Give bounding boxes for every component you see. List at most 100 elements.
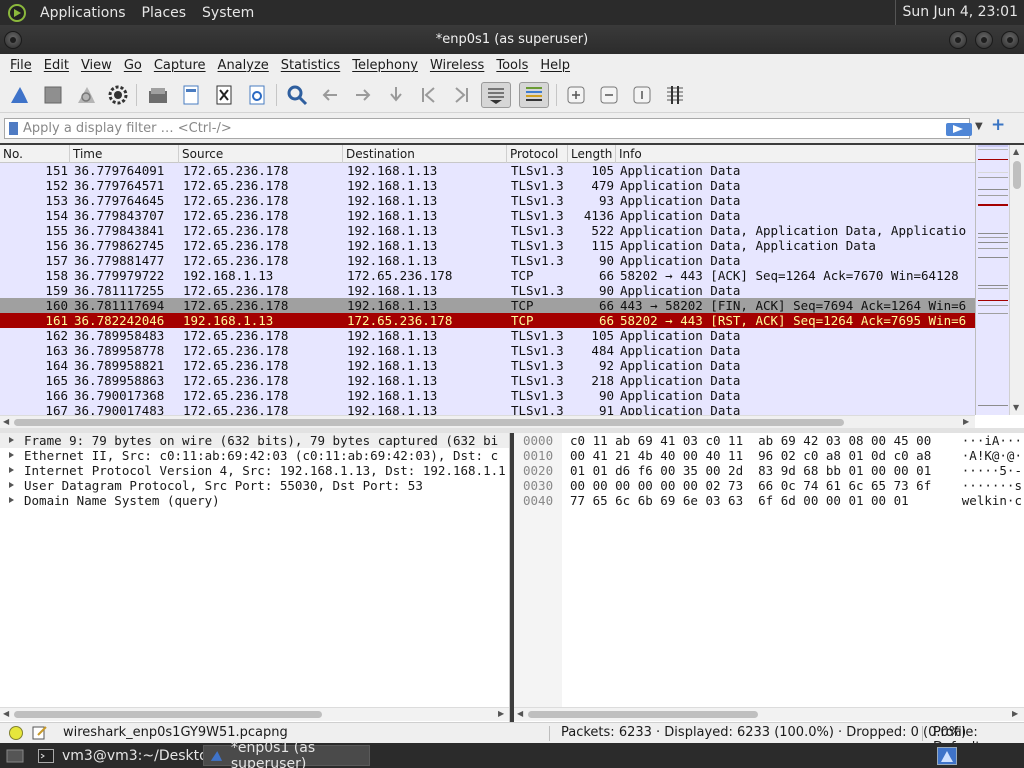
column-header-destination[interactable]: Destination — [343, 145, 507, 163]
packet-row[interactable]: 151 36.779764091 172.65.236.178 192.168.1.1… — [0, 163, 975, 178]
scroll-right-arrow-icon[interactable]: ▶ — [498, 709, 504, 718]
packet-row[interactable]: 158 36.779979722 192.168.1.13 172.65.236.17… — [0, 268, 975, 283]
packet-list-vertical-scrollbar[interactable]: ▲ ▼ — [1009, 145, 1024, 415]
column-header-protocol[interactable]: Protocol — [507, 145, 568, 163]
column-header-no[interactable]: No. — [0, 145, 70, 163]
scroll-up-arrow-icon[interactable]: ▲ — [1013, 147, 1019, 156]
bytes-row[interactable]: 0000 c0 11 ab 69 41 03 c0 11 ab 69 42 03 … — [514, 433, 1024, 448]
detail-tree-item[interactable]: Internet Protocol Version 4, Src: 192.16… — [0, 463, 509, 478]
places-menu[interactable]: Places — [134, 5, 195, 21]
bytes-row[interactable]: 0020 01 01 d6 f6 00 35 00 2d 83 9d 68 bb … — [514, 463, 1024, 478]
packet-row[interactable]: 162 36.789958483 172.65.236.178 192.168.1.1… — [0, 328, 975, 343]
menu-file[interactable]: File — [4, 58, 38, 73]
apply-filter-arrow-icon[interactable] — [946, 123, 972, 136]
column-header-length[interactable]: Length — [568, 145, 616, 163]
ascii-bytes[interactable]: ·····5·- — [934, 463, 1024, 478]
colorize-icon[interactable] — [519, 82, 549, 108]
column-header-info[interactable]: Info — [616, 145, 975, 163]
hex-bytes[interactable]: c0 11 ab 69 41 03 c0 11 ab 69 42 03 08 0… — [570, 433, 931, 448]
hex-bytes[interactable]: 77 65 6c 6b 69 6e 03 63 6f 6d 00 00 01 0… — [570, 493, 909, 508]
packet-row[interactable]: 163 36.789958778 172.65.236.178 192.168.1.1… — [0, 343, 975, 358]
zoom-in-icon[interactable] — [563, 82, 589, 108]
resize-columns-icon[interactable] — [662, 82, 688, 108]
packet-row[interactable]: 156 36.779862745 172.65.236.178 192.168.1.1… — [0, 238, 975, 253]
system-menu[interactable]: System — [194, 5, 262, 21]
last-packet-icon[interactable] — [448, 82, 474, 108]
scrollbar-thumb[interactable] — [14, 711, 322, 718]
bytes-horizontal-scrollbar[interactable]: ◀ ▶ — [514, 707, 1024, 721]
taskbar-wireshark[interactable]: *enp0s1 (as superuser) — [203, 740, 370, 768]
taskbar-terminal[interactable]: vm3@vm3:~/Desktop — [32, 745, 223, 766]
find-magnifier-icon[interactable] — [284, 82, 310, 108]
display-filter-field[interactable] — [4, 118, 972, 139]
detail-tree-item[interactable]: Domain Name System (query) — [0, 493, 509, 508]
close-file-icon[interactable] — [211, 82, 237, 108]
packet-row[interactable]: 165 36.789958863 172.65.236.178 192.168.1.1… — [0, 373, 975, 388]
details-horizontal-scrollbar[interactable]: ◀ ▶ — [0, 707, 509, 721]
detail-tree-item[interactable]: Frame 9: 79 bytes on wire (632 bits), 79… — [0, 433, 509, 448]
scroll-right-arrow-icon[interactable]: ▶ — [963, 417, 969, 426]
packet-row[interactable]: 167 36.790017483 172.65.236.178 192.168.1.1… — [0, 403, 975, 415]
menu-view[interactable]: View — [75, 58, 118, 73]
close-window-button[interactable] — [1001, 31, 1019, 49]
menu-analyze[interactable]: Analyze — [212, 58, 275, 73]
scroll-left-arrow-icon[interactable]: ◀ — [3, 709, 9, 718]
packet-minimap[interactable] — [975, 145, 1009, 415]
ascii-bytes[interactable]: ·A!K@·@· — [934, 448, 1024, 463]
menu-edit[interactable]: Edit — [38, 58, 75, 73]
scrollbar-thumb[interactable] — [1013, 161, 1021, 189]
expand-arrow-icon[interactable] — [9, 497, 14, 503]
go-forward-icon[interactable] — [350, 82, 376, 108]
bytes-row[interactable]: 0040 77 65 6c 6b 69 6e 03 63 6f 6d 00 00 … — [514, 493, 1024, 508]
window-menu-button[interactable] — [4, 31, 22, 49]
ascii-bytes[interactable]: welkin·c — [934, 493, 1024, 508]
detail-tree-item[interactable]: User Datagram Protocol, Src Port: 55030,… — [0, 478, 509, 493]
hex-bytes[interactable]: 01 01 d6 f6 00 35 00 2d 83 9d 68 bb 01 0… — [570, 463, 931, 478]
capture-comment-icon[interactable] — [32, 725, 48, 740]
packet-row[interactable]: 166 36.790017368 172.65.236.178 192.168.1.1… — [0, 388, 975, 403]
packet-row[interactable]: 164 36.789958821 172.65.236.178 192.168.1.1… — [0, 358, 975, 373]
menu-capture[interactable]: Capture — [148, 58, 212, 73]
column-header-time[interactable]: Time — [70, 145, 179, 163]
scroll-left-arrow-icon[interactable]: ◀ — [3, 417, 9, 426]
save-file-icon[interactable] — [178, 82, 204, 108]
restart-fin-icon[interactable] — [73, 82, 99, 108]
capture-options-gear-icon[interactable] — [105, 82, 131, 108]
ascii-bytes[interactable]: ·······s — [934, 478, 1024, 493]
packet-row[interactable]: 154 36.779843707 172.65.236.178 192.168.1.1… — [0, 208, 975, 223]
minimize-button[interactable] — [949, 31, 967, 49]
detail-tree-item[interactable]: Ethernet II, Src: c0:11:ab:69:42:03 (c0:… — [0, 448, 509, 463]
packet-list-horizontal-scrollbar[interactable]: ◀ ▶ — [0, 415, 975, 428]
scroll-down-arrow-icon[interactable]: ▼ — [1013, 403, 1019, 412]
open-folder-icon[interactable] — [145, 82, 171, 108]
column-header-source[interactable]: Source — [179, 145, 343, 163]
packet-row[interactable]: 160 36.781117694 172.65.236.178 192.168.1.1… — [0, 298, 975, 313]
window-titlebar[interactable]: *enp0s1 (as superuser) — [0, 25, 1024, 54]
packet-row[interactable]: 159 36.781117255 172.65.236.178 192.168.1.1… — [0, 283, 975, 298]
bytes-row[interactable]: 0010 00 41 21 4b 40 00 40 11 96 02 c0 a8 … — [514, 448, 1024, 463]
filter-history-dropdown-icon[interactable]: ▼ — [975, 121, 983, 132]
go-back-icon[interactable] — [317, 82, 343, 108]
go-to-packet-icon[interactable] — [383, 82, 409, 108]
scrollbar-thumb[interactable] — [14, 419, 844, 426]
packet-row[interactable]: 155 36.779843841 172.65.236.178 192.168.1.1… — [0, 223, 975, 238]
expert-info-led-icon[interactable] — [9, 726, 23, 740]
reload-icon[interactable] — [244, 82, 270, 108]
hex-bytes[interactable]: 00 00 00 00 00 00 02 73 66 0c 74 61 6c 6… — [570, 478, 931, 493]
menu-wireless[interactable]: Wireless — [424, 58, 490, 73]
autoscroll-icon[interactable] — [481, 82, 511, 108]
packet-row[interactable]: 152 36.779764571 172.65.236.178 192.168.1.1… — [0, 178, 975, 193]
expand-arrow-icon[interactable] — [9, 437, 14, 443]
first-packet-icon[interactable] — [416, 82, 442, 108]
ascii-bytes[interactable]: ···iA··· — [934, 433, 1024, 448]
zoom-out-icon[interactable] — [596, 82, 622, 108]
bytes-row[interactable]: 0030 00 00 00 00 00 00 02 73 66 0c 74 61 … — [514, 478, 1024, 493]
maximize-button[interactable] — [975, 31, 993, 49]
add-filter-button-plus-icon[interactable]: + — [991, 115, 1005, 135]
capture-file-name[interactable]: wireshark_enp0s1GY9W51.pcapng — [63, 725, 288, 740]
workspace-switcher-icon[interactable] — [935, 745, 959, 766]
shark-fin-start-icon[interactable] — [6, 82, 32, 108]
packet-row[interactable]: 161 36.782242046 192.168.1.13 172.65.236.17… — [0, 313, 975, 328]
expand-arrow-icon[interactable] — [9, 452, 14, 458]
hex-bytes[interactable]: 00 41 21 4b 40 00 40 11 96 02 c0 a8 01 0… — [570, 448, 931, 463]
